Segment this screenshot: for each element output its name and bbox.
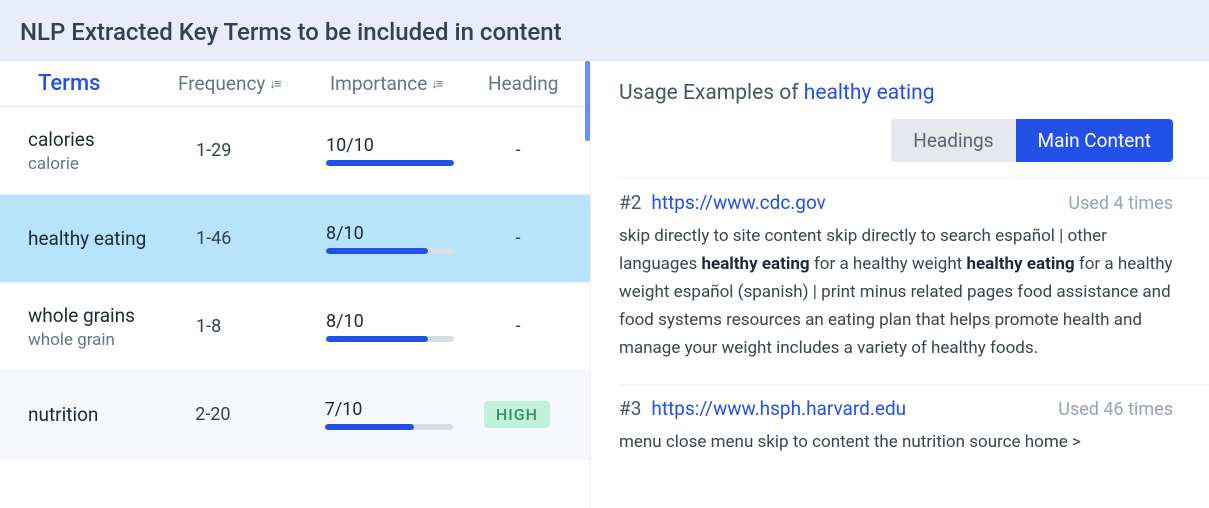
importance-bar-fill [326,160,454,166]
frequency-value: 2-20 [195,404,324,425]
heading-value: - [486,140,590,161]
column-header-terms[interactable]: Terms [38,71,178,96]
main-layout: Terms Frequency ↓≡ Importance ↓≡ Heading… [0,61,1209,508]
importance-cell: 10/10 [326,135,486,166]
importance-label: 8/10 [326,311,486,332]
example-url-link[interactable]: https://www.cdc.gov [651,191,825,214]
example-url-link[interactable]: https://www.hsph.harvard.edu [651,397,906,420]
usage-keyword: healthy eating [804,81,935,105]
importance-bar-fill [326,248,428,254]
term-variant: whole grain [28,330,196,350]
usage-panel: Usage Examples of healthy eating Heading… [590,61,1209,508]
toggle-main-content[interactable]: Main Content [1016,119,1173,162]
importance-label: 8/10 [326,223,486,244]
example-rank: #2 [619,191,641,214]
content-toggle-group: Headings Main Content [619,119,1173,162]
importance-label: 10/10 [326,135,486,156]
example-block: #3 https://www.hsph.harvard.edu Used 46 ti… [619,384,1209,478]
frequency-value: 1-46 [196,228,326,249]
usage-title-prefix: Usage Examples of [619,81,804,105]
table-row[interactable]: healthy eating1-468/10- [0,195,590,283]
heading-value: - [486,316,590,337]
example-header: #2 https://www.cdc.gov Used 4 times [619,191,1173,214]
importance-bar [326,248,454,254]
importance-cell: 8/10 [326,223,486,254]
sort-icon: ↓≡ [269,76,279,92]
example-rank: #3 [619,397,641,420]
example-snippet: skip directly to site content skip direc… [619,222,1173,362]
heading-badge: HIGH [484,401,550,428]
importance-cell: 8/10 [326,311,486,342]
table-row[interactable]: nutrition2-207/10HIGH [0,371,590,459]
importance-bar [325,424,453,430]
terms-table-header: Terms Frequency ↓≡ Importance ↓≡ Heading [0,61,590,107]
page-title: NLP Extracted Key Terms to be included i… [20,18,1189,46]
example-block: #2 https://www.cdc.gov Used 4 times skip di… [619,178,1209,384]
heading-value: HIGH [484,401,590,428]
toggle-headings[interactable]: Headings [891,119,1015,162]
frequency-value: 1-29 [196,140,326,161]
term-label: nutrition [28,402,195,428]
table-row[interactable]: whole grainswhole grain1-88/10- [0,283,590,371]
term-variant: calorie [28,154,196,174]
importance-bar-fill [325,424,415,430]
importance-bar [326,160,454,166]
header-banner: NLP Extracted Key Terms to be included i… [0,0,1209,61]
table-row[interactable]: caloriescalorie1-2910/10- [0,107,590,195]
usage-count: Used 4 times [1068,193,1173,214]
frequency-value: 1-8 [196,316,326,337]
term-label: calories [28,127,196,153]
heading-value: - [486,228,590,249]
column-header-frequency[interactable]: Frequency ↓≡ [178,72,330,95]
sort-icon: ↓≡ [431,76,441,92]
term-label: healthy eating [28,226,196,252]
terms-panel: Terms Frequency ↓≡ Importance ↓≡ Heading… [0,61,590,508]
example-snippet: menu close menu skip to content the nutr… [619,428,1173,456]
term-label: whole grains [28,303,196,329]
term-cell: healthy eating [28,226,196,252]
importance-cell: 7/10 [325,399,484,430]
column-header-heading[interactable]: Heading [488,72,558,95]
importance-label: 7/10 [325,399,484,420]
usage-title: Usage Examples of healthy eating [619,81,1209,105]
examples-list: #2 https://www.cdc.gov Used 4 times skip di… [619,178,1209,478]
term-cell: nutrition [28,402,195,428]
column-header-label: Frequency [178,72,265,95]
example-header: #3 https://www.hsph.harvard.edu Used 46 ti… [619,397,1173,420]
terms-table-body: caloriescalorie1-2910/10-healthy eating1… [0,107,590,459]
term-cell: caloriescalorie [28,127,196,175]
column-header-label: Importance [330,72,427,95]
importance-bar-fill [326,336,428,342]
column-header-importance[interactable]: Importance ↓≡ [330,72,488,95]
importance-bar [326,336,454,342]
term-cell: whole grainswhole grain [28,303,196,351]
usage-count: Used 46 times [1058,399,1173,420]
